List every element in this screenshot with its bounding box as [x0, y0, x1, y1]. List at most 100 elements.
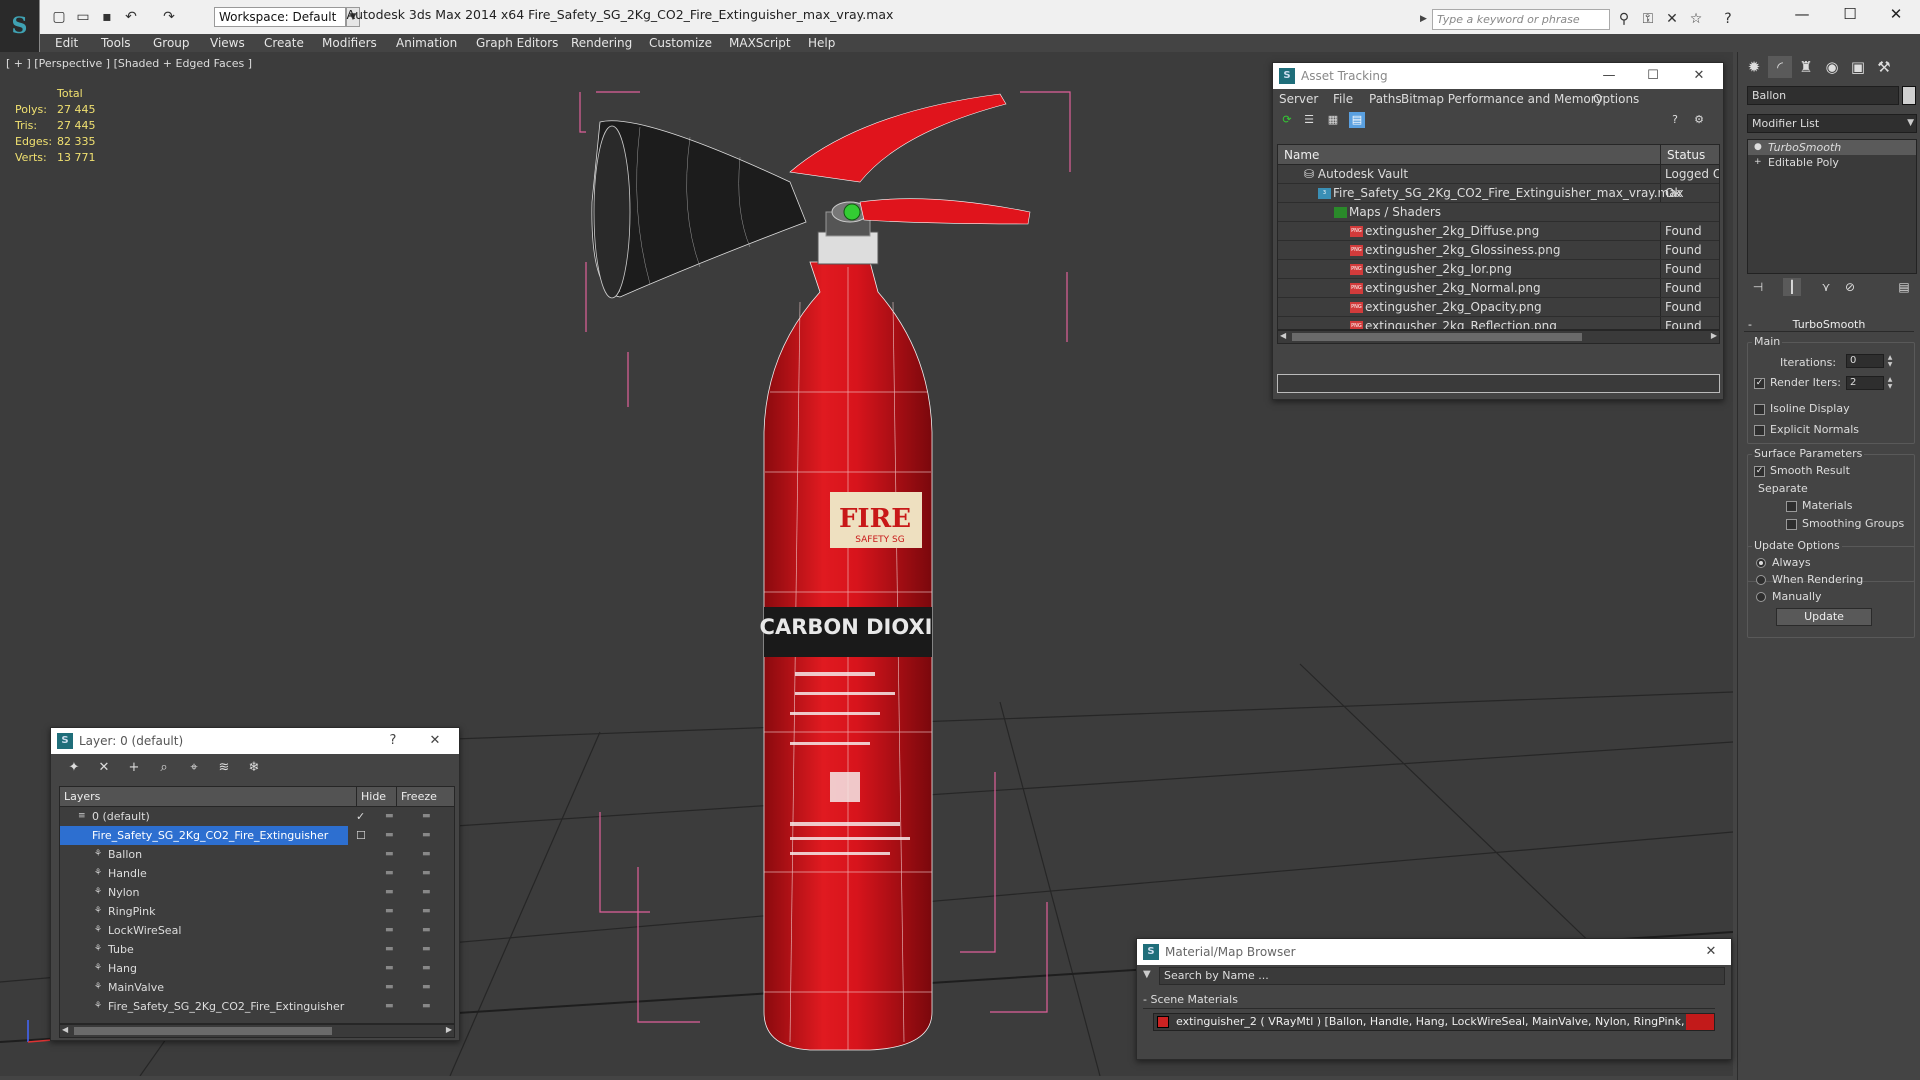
help-icon[interactable]: ? [1667, 112, 1683, 128]
detail-view-icon[interactable]: ▦ [1325, 112, 1341, 128]
freeze-all-icon[interactable]: ❄ [245, 759, 263, 777]
help-icon[interactable]: ? [1718, 9, 1738, 29]
freeze-toggle-icon[interactable]: ▬ [422, 921, 434, 940]
menu-create[interactable]: Create [264, 34, 304, 52]
favorite-star-icon[interactable]: ☆ [1686, 9, 1706, 29]
tools-icon[interactable]: ✕ [1662, 9, 1682, 29]
minimize-button[interactable]: — [1780, 2, 1824, 26]
hide-toggle-icon[interactable]: ▬ [385, 978, 397, 997]
freeze-toggle-icon[interactable]: ▬ [422, 826, 434, 845]
manually-radio[interactable] [1756, 592, 1766, 602]
column-header-layers[interactable]: Layers [64, 787, 100, 807]
close-button[interactable]: ✕ [1689, 939, 1733, 965]
layer-row[interactable]: ⚘ LockWireSeal ▬ ▬ [60, 921, 454, 940]
freeze-toggle-icon[interactable]: ▬ [422, 864, 434, 883]
freeze-toggle-icon[interactable]: ▬ [422, 807, 434, 826]
hide-toggle-icon[interactable]: ▬ [385, 807, 397, 826]
hide-toggle-icon[interactable]: ▬ [385, 883, 397, 902]
hide-toggle-icon[interactable]: ▬ [385, 826, 397, 845]
create-tab-icon[interactable]: ✹ [1742, 56, 1766, 78]
spinner-arrows-icon[interactable]: ▲ ▼ [1886, 376, 1894, 390]
set-current-layer-icon[interactable]: ☐ [356, 826, 368, 845]
always-radio[interactable] [1756, 558, 1766, 568]
menu-rendering[interactable]: Rendering [571, 34, 632, 52]
materials-checkbox[interactable] [1786, 500, 1797, 512]
select-objects-icon[interactable]: ⌕ [155, 759, 173, 777]
lightbulb-icon[interactable]: ● [1754, 140, 1762, 155]
refresh-icon[interactable]: ⟳ [1279, 112, 1295, 128]
utilities-tab-icon[interactable]: ⚒ [1872, 56, 1896, 78]
remove-modifier-icon[interactable]: ⊘ [1841, 278, 1859, 296]
iterations-spinner[interactable]: 0 [1846, 354, 1884, 368]
layer-row[interactable]: ⚘ Fire_Safety_SG_2Kg_CO2_Fire_Extinguishe… [60, 997, 454, 1016]
menu-animation[interactable]: Animation [396, 34, 457, 52]
smooth-result-row[interactable]: ✓ Smooth Result [1754, 464, 1850, 477]
menu-group[interactable]: Group [153, 34, 190, 52]
update-button[interactable]: Update [1776, 608, 1872, 626]
show-end-result-icon[interactable]: ┃ [1783, 278, 1801, 296]
asset-tracking-titlebar[interactable]: S Asset Tracking — ☐ ✕ [1273, 63, 1723, 89]
hide-toggle-icon[interactable]: ▬ [385, 997, 397, 1016]
freeze-toggle-icon[interactable]: ▬ [422, 959, 434, 978]
material-browser-titlebar[interactable]: S Material/Map Browser ✕ [1137, 939, 1731, 965]
menu-customize[interactable]: Customize [649, 34, 712, 52]
material-entry[interactable]: extinguisher_2 ( VRayMtl ) [Ballon, Hand… [1153, 1013, 1715, 1031]
menu-paths[interactable]: Paths [1369, 92, 1402, 106]
menu-bitmap-performance[interactable]: Bitmap Performance and Memory [1401, 92, 1603, 106]
close-button[interactable]: ✕ [1677, 63, 1721, 89]
expand-plus-icon[interactable]: + [1754, 155, 1762, 170]
hide-toggle-icon[interactable]: ▬ [385, 845, 397, 864]
menu-edit[interactable]: Edit [55, 34, 78, 52]
freeze-toggle-icon[interactable]: ▬ [422, 940, 434, 959]
always-row[interactable]: Always [1756, 556, 1811, 569]
minimize-button[interactable]: — [1587, 63, 1631, 89]
modify-tab-icon[interactable]: ◜ [1768, 56, 1792, 78]
column-header-name[interactable]: Name [1284, 145, 1319, 165]
display-tab-icon[interactable]: ▣ [1846, 56, 1870, 78]
spinner-arrows-icon[interactable]: ▲ ▼ [1886, 354, 1894, 368]
asset-row[interactable]: 3 Fire_Safety_SG_2Kg_CO2_Fire_Extinguishe… [1278, 184, 1719, 203]
asset-row[interactable]: PNG extingusher_2kg_Glossiness.png Found [1278, 241, 1719, 260]
asset-row[interactable]: PNG extingusher_2kg_Ior.png Found [1278, 260, 1719, 279]
scrollbar-thumb[interactable] [74, 1027, 332, 1035]
layer-row[interactable]: ⚘ MainValve ▬ ▬ [60, 978, 454, 997]
maximize-button[interactable]: ☐ [1828, 2, 1872, 26]
scroll-left-icon[interactable]: ◀ [62, 1025, 68, 1034]
materials-row[interactable]: Materials [1786, 499, 1852, 512]
layer-row[interactable]: ⚘ Nylon ▬ ▬ [60, 883, 454, 902]
object-name-field[interactable]: Ballon [1747, 86, 1899, 105]
freeze-toggle-icon[interactable]: ▬ [422, 997, 434, 1016]
layer-window-titlebar[interactable]: S Layer: 0 (default) ? ✕ [51, 728, 459, 754]
active-layer-check-icon[interactable]: ✓ [356, 807, 368, 826]
menu-views[interactable]: Views [210, 34, 245, 52]
layer-row[interactable]: ⚘ RingPink ▬ ▬ [60, 902, 454, 921]
scrollbar-thumb[interactable] [1292, 333, 1582, 341]
menu-server[interactable]: Server [1279, 92, 1318, 106]
search-expand-icon[interactable]: ▶ [1420, 9, 1432, 30]
menu-maxscript[interactable]: MAXScript [729, 34, 791, 52]
when-rendering-row[interactable]: When Rendering [1756, 573, 1863, 586]
freeze-toggle-icon[interactable]: ▬ [422, 978, 434, 997]
smoothing-groups-checkbox[interactable] [1786, 518, 1797, 530]
stack-item-editable-poly[interactable]: + Editable Poly [1748, 155, 1916, 170]
hide-toggle-icon[interactable]: ▬ [385, 864, 397, 883]
search-options-icon[interactable]: ▼ [1143, 969, 1151, 980]
settings-icon[interactable]: ⚙ [1691, 112, 1707, 128]
help-button[interactable]: ? [371, 728, 415, 754]
layer-row[interactable]: ⚘ Ballon ▬ ▬ [60, 845, 454, 864]
layer-row[interactable]: ⚘ Tube ▬ ▬ [60, 940, 454, 959]
asset-row[interactable]: PNG extingusher_2kg_Reflection.png Found [1278, 317, 1719, 329]
object-color-swatch[interactable] [1902, 86, 1916, 105]
isoline-checkbox[interactable] [1754, 403, 1765, 415]
hide-toggle-icon[interactable]: ▬ [385, 921, 397, 940]
scroll-right-icon[interactable]: ▶ [1711, 331, 1717, 340]
isoline-display-row[interactable]: Isoline Display [1754, 402, 1850, 415]
render-iters-checkbox[interactable]: ✓ [1754, 377, 1765, 389]
search-input[interactable]: Type a keyword or phrase [1432, 9, 1610, 30]
asset-row[interactable]: PNG extingusher_2kg_Normal.png Found [1278, 279, 1719, 298]
configure-sets-icon[interactable]: ▤ [1895, 278, 1913, 296]
explicit-normals-row[interactable]: Explicit Normals [1754, 423, 1859, 436]
menu-modifiers[interactable]: Modifiers [322, 34, 377, 52]
rollout-turbosmooth[interactable]: - TurboSmooth [1744, 318, 1914, 332]
scroll-left-icon[interactable]: ◀ [1280, 331, 1286, 340]
